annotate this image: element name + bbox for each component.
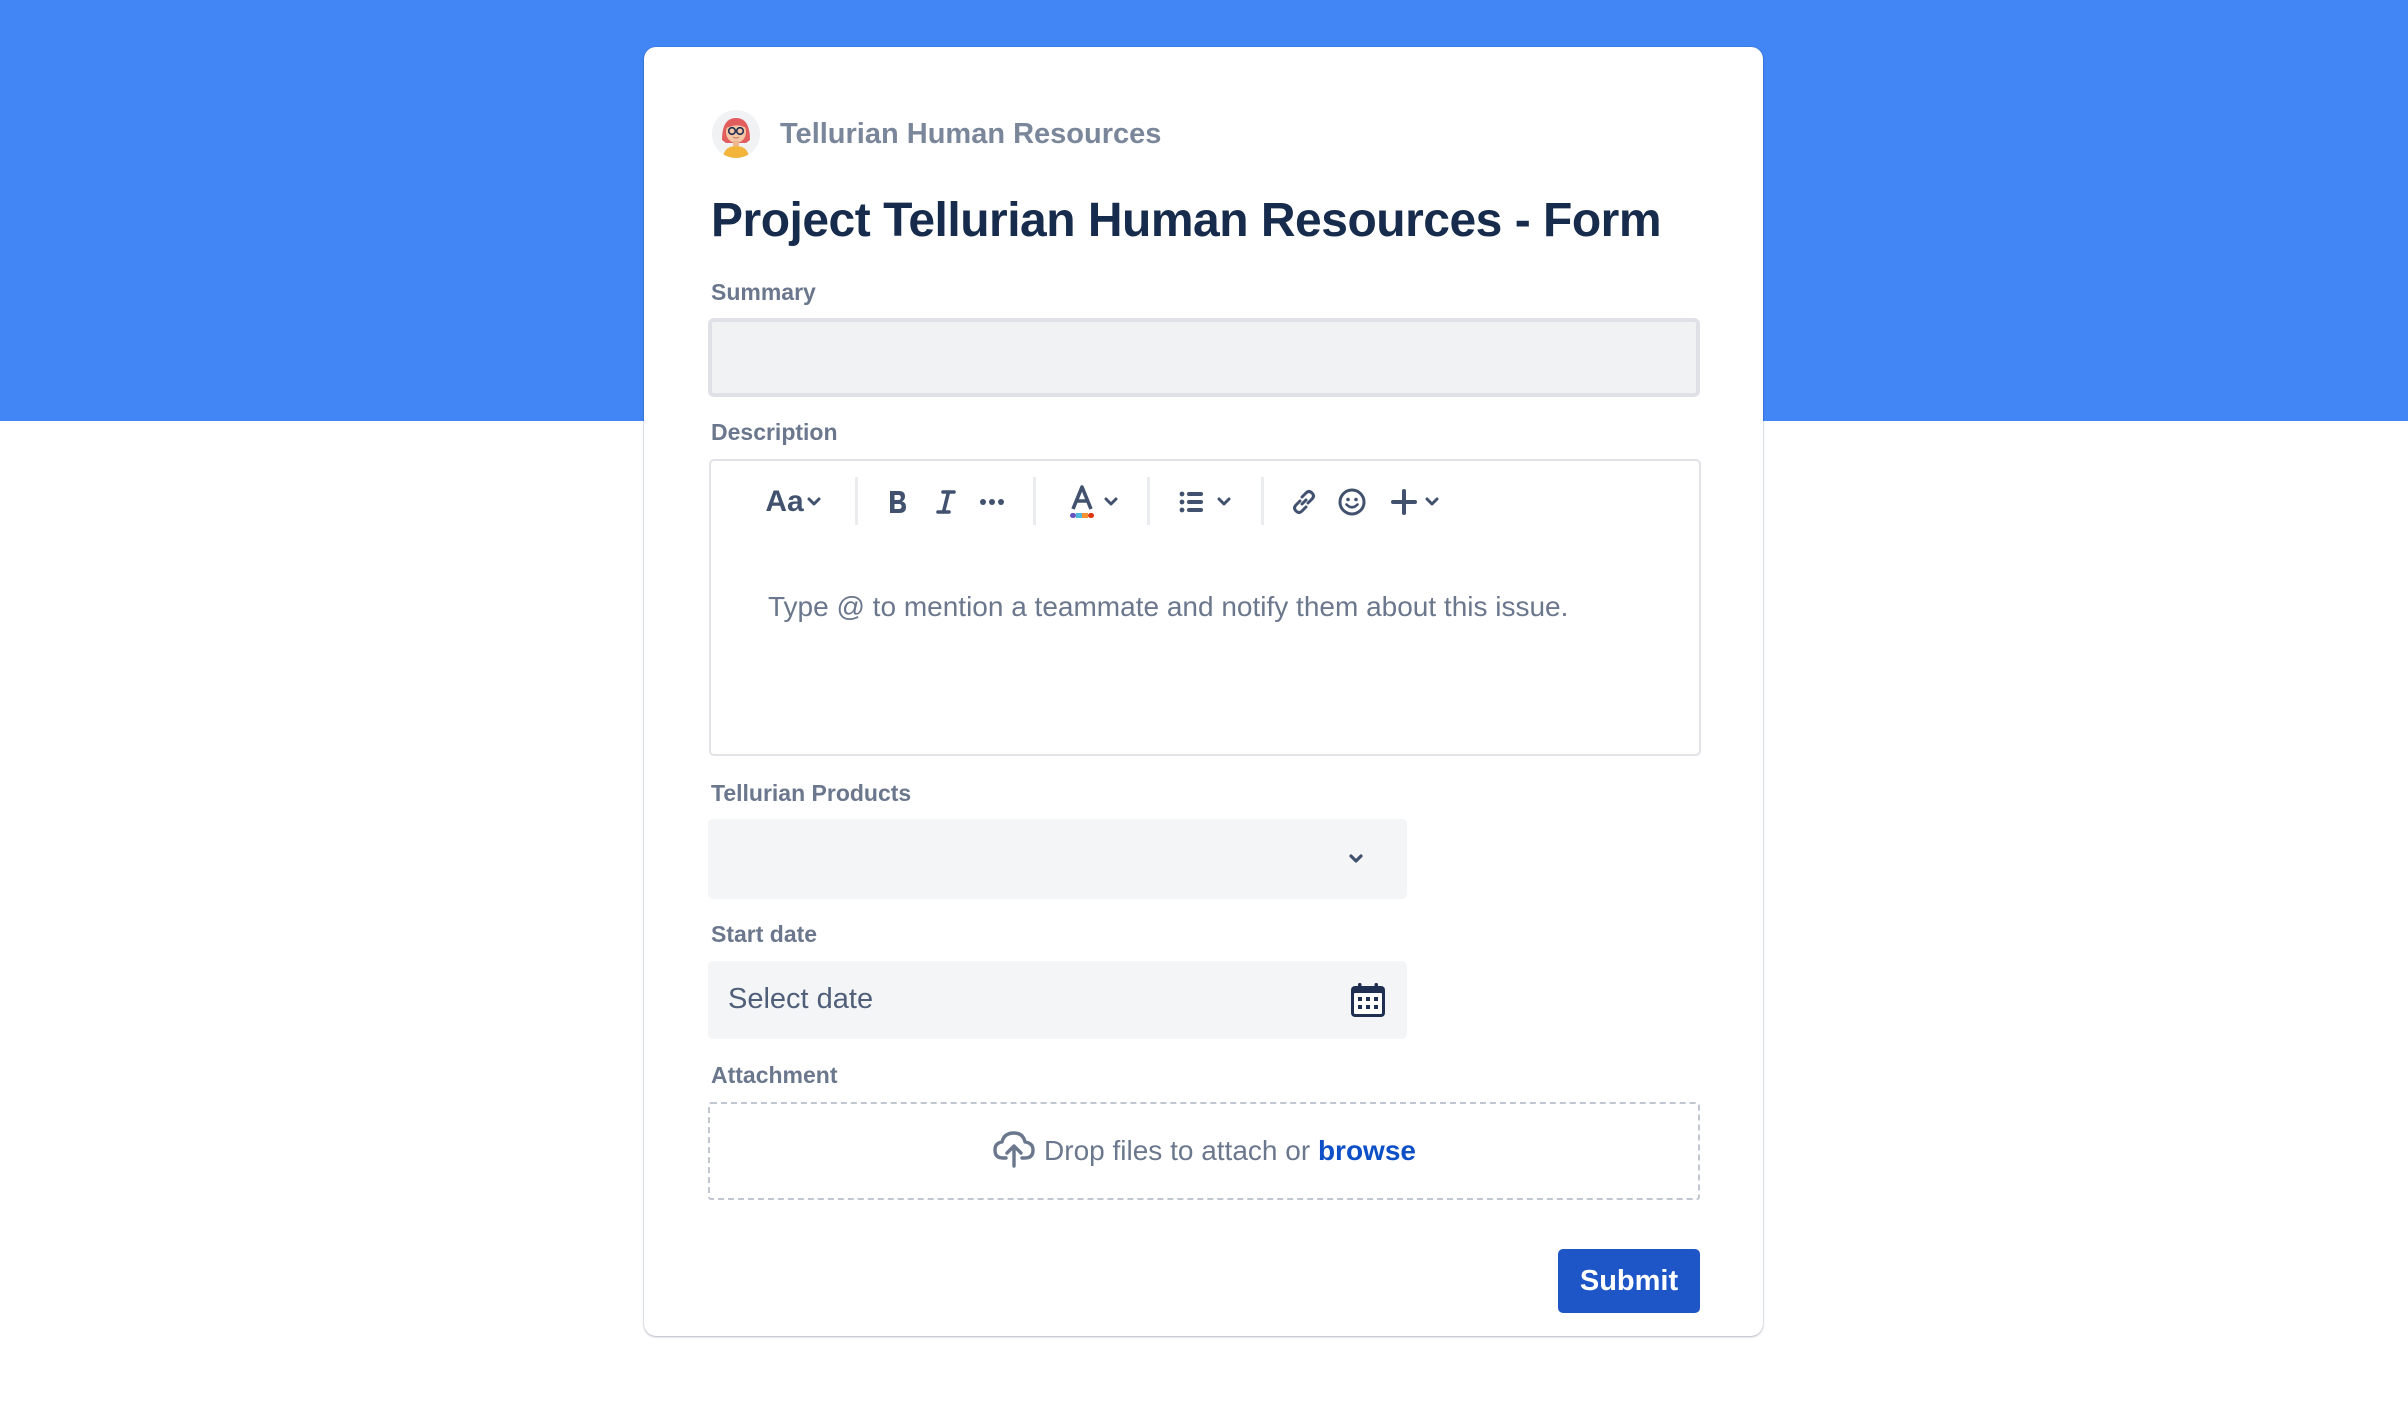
bullet-list-icon: [1179, 491, 1205, 513]
bold-icon: [886, 488, 910, 516]
page-title: Project Tellurian Human Resources - Form: [711, 194, 1662, 247]
form-card: Tellurian Human Resources Project Tellur…: [644, 47, 1763, 1336]
toolbar-separator: [1147, 477, 1150, 525]
project-name: Tellurian Human Resources: [780, 117, 1162, 150]
text-color-button[interactable]: [1061, 485, 1125, 519]
toolbar-separator: [1261, 477, 1264, 525]
plus-icon: [1391, 489, 1417, 515]
italic-icon: [935, 488, 957, 516]
description-label: Description: [711, 419, 838, 445]
toolbar-separator: [855, 477, 858, 525]
description-placeholder: Type @ to mention a teammate and notify …: [768, 591, 1569, 622]
chevron-down-icon: [1425, 497, 1439, 507]
start-date-label: Start date: [711, 921, 818, 947]
drop-files-label: Drop files to attach or: [1044, 1135, 1318, 1166]
text-style-button[interactable]: Aa: [761, 485, 825, 518]
link-button[interactable]: [1287, 486, 1321, 518]
editor-toolbar: Aa: [711, 461, 1699, 543]
products-label: Tellurian Products: [711, 780, 912, 806]
products-select[interactable]: [708, 819, 1407, 899]
italic-button[interactable]: [929, 486, 963, 518]
more-icon: [979, 498, 1005, 506]
chevron-down-icon: [1104, 497, 1118, 507]
project-header: Tellurian Human Resources: [712, 110, 1161, 158]
insert-button[interactable]: [1383, 486, 1447, 518]
summary-input[interactable]: [708, 318, 1700, 397]
summary-label: Summary: [711, 279, 816, 305]
browse-link[interactable]: browse: [1318, 1135, 1416, 1166]
project-avatar-icon: [712, 110, 760, 158]
chevron-down-icon: [1348, 852, 1364, 870]
chevron-down-icon: [807, 497, 821, 507]
description-editor[interactable]: Aa Type @ to mention a teammate and noti…: [709, 459, 1701, 756]
calendar-icon[interactable]: [1350, 982, 1386, 1023]
emoji-icon: [1337, 487, 1367, 517]
attachment-label: Attachment: [711, 1062, 838, 1088]
more-formatting-button[interactable]: [975, 486, 1009, 518]
submit-button[interactable]: Submit: [1558, 1249, 1700, 1313]
attachment-dropzone[interactable]: Drop files to attach or browse: [708, 1102, 1700, 1200]
toolbar-separator: [1033, 477, 1036, 525]
text-style-label: Aa: [765, 485, 804, 518]
text-color-icon: [1069, 485, 1095, 519]
start-date-placeholder: Select date: [728, 983, 874, 1015]
drop-files-text: Drop files to attach or browse: [1044, 1135, 1416, 1167]
list-button[interactable]: [1173, 486, 1237, 518]
start-date-picker[interactable]: Select date: [708, 961, 1407, 1039]
cloud-upload-icon: [992, 1130, 1036, 1173]
emoji-button[interactable]: [1335, 486, 1369, 518]
link-icon: [1289, 487, 1319, 517]
bold-button[interactable]: [881, 486, 915, 518]
chevron-down-icon: [1217, 497, 1231, 507]
